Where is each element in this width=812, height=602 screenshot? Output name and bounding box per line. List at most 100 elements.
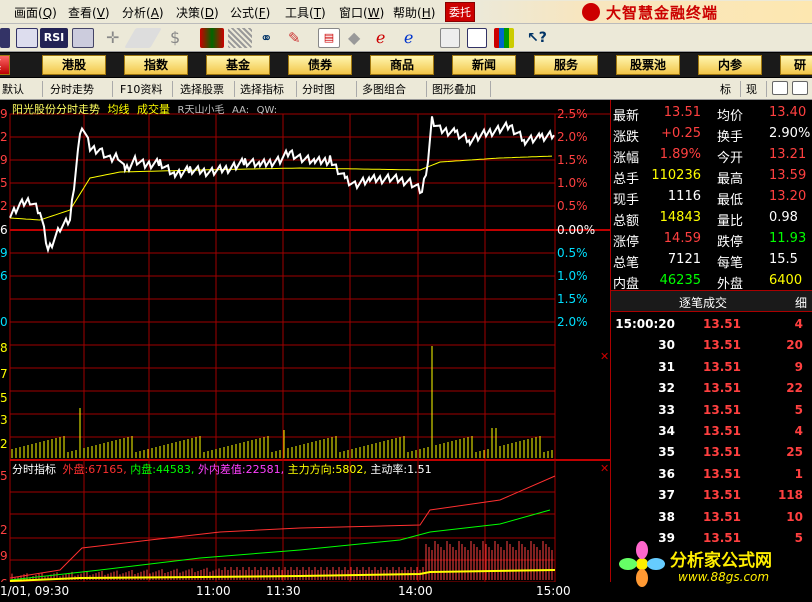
dollar-icon[interactable]: $ [170, 28, 186, 48]
diamond-icon[interactable]: ◆ [348, 28, 368, 48]
quote-value: 2.90% [769, 126, 811, 141]
menu-decision[interactable]: 决策(D) [176, 4, 219, 21]
trade-volume: 5 [794, 402, 803, 417]
intraday-chart[interactable]: ✕ ✕ 阳光股份分时走势 均线 成交量 R天山小毛 AA: QW: 9 2 9 … [0, 100, 610, 590]
quote-value: 6400 [769, 273, 803, 288]
quote-value: 1116 [667, 189, 701, 204]
trade-row: 38 13.51 10 [611, 507, 812, 528]
books-icon[interactable] [494, 28, 514, 48]
trade-time: 37 [658, 488, 675, 503]
avg-price-line [9, 155, 553, 221]
window-icon[interactable] [467, 28, 487, 48]
trade-price: 13.51 [703, 424, 741, 438]
trade-row: 34 13.51 4 [611, 421, 812, 442]
help-cursor-icon[interactable]: ↖? [527, 28, 547, 48]
tab-select-indicator[interactable]: 选择指标 [240, 81, 284, 97]
view-name: 分时走势 [56, 103, 100, 116]
left-tick: 9 [0, 153, 8, 167]
ind-active-value: 1.51 [407, 463, 432, 476]
table-icon[interactable] [72, 28, 94, 48]
time-tick: 1/01, 09:30 [0, 584, 70, 598]
tab-mark[interactable]: 标 [720, 81, 731, 97]
tab-multi-chart[interactable]: 多图组合 [362, 81, 406, 97]
folder-icon[interactable] [440, 28, 460, 48]
quote-value: 7121 [667, 252, 701, 267]
quote-row: 总笔 7121 每笔 15.5 [611, 250, 812, 271]
trade-time: 35 [658, 445, 675, 460]
menu-formula[interactable]: 公式(F) [230, 4, 270, 21]
report-icon[interactable]: ▤ [318, 28, 340, 48]
ind-outer-value: 67165, [88, 463, 127, 476]
toolbar-edge-icon[interactable] [0, 28, 10, 48]
time-tick: 11:00 [196, 584, 231, 598]
nav-research[interactable]: 研 [780, 55, 812, 75]
trades-header: 逐笔成交 细 [611, 290, 812, 312]
tab-f10[interactable]: F10资料 [120, 81, 162, 97]
watermark-title: 分析家公式网 [670, 551, 772, 571]
watermark-url: www.88gs.com [678, 570, 770, 584]
flower-logo-icon [619, 541, 665, 587]
trade-row: 33 13.51 5 [611, 400, 812, 421]
time-tick: 15:00 [536, 584, 571, 598]
menu-window[interactable]: 窗口(W) [339, 4, 384, 21]
left-tick: 6 [0, 223, 8, 237]
ind-diff-value: 22581, [245, 463, 285, 476]
nav-funds[interactable]: 基金 [206, 55, 270, 75]
rsi-button[interactable]: RSI [40, 28, 68, 48]
nav-hk-stocks[interactable]: 港股 [42, 55, 106, 75]
left-tick: 0 [0, 315, 8, 329]
menu-view-screen[interactable]: 画面(Q) [14, 4, 57, 21]
left-tick: 6 [0, 269, 8, 283]
trades-detail[interactable]: 细 [795, 294, 807, 311]
pattern-icon[interactable] [228, 28, 252, 48]
kline-icon[interactable] [200, 28, 224, 48]
tab-overlay[interactable]: 图形叠加 [432, 81, 476, 97]
alarm-icon[interactable]: ✎ [288, 28, 308, 48]
ind-tick: 9 [0, 549, 8, 563]
nav-index[interactable]: 指数 [124, 55, 188, 75]
ie-red-icon[interactable]: ℯ [376, 28, 396, 48]
menu-analysis[interactable]: 分析(A) [122, 4, 164, 21]
trade-volume: 20 [786, 338, 803, 353]
trade-price: 13.51 [703, 466, 741, 481]
tab-default[interactable]: 默认 [2, 81, 24, 97]
function-tabs: 默认 分时走势 F10资料 选择股票 选择指标 分时图 多图组合 图形叠加 标 … [0, 78, 812, 100]
nav-services[interactable]: 服务 [534, 55, 598, 75]
window-restore-icon[interactable] [772, 81, 788, 95]
weituo-button[interactable]: 委托 [445, 2, 475, 22]
tab-intraday[interactable]: 分时走势 [50, 81, 94, 97]
close-vol-icon: ✕ [600, 350, 609, 363]
quote-value: 46235 [659, 273, 701, 288]
trade-price: 13.51 [703, 381, 741, 396]
chart-grid-icon[interactable] [16, 28, 38, 48]
left-tick: 5 [0, 176, 8, 190]
move-icon[interactable]: ✛ [106, 28, 124, 48]
menu-view[interactable]: 查看(V) [68, 4, 110, 21]
trade-volume: 118 [777, 488, 803, 503]
nav-bonds[interactable]: 债券 [288, 55, 352, 75]
tab-intraday-chart[interactable]: 分时图 [302, 81, 335, 97]
left-tick: 7 [0, 367, 8, 381]
ruler-icon[interactable] [124, 28, 162, 48]
window-maximize-icon[interactable] [792, 81, 808, 95]
quote-row: 内盘 46235 外盘 6400 [611, 271, 812, 292]
nav-news[interactable]: 新闻 [452, 55, 516, 75]
trade-time: 36 [658, 466, 675, 481]
nav-insider[interactable]: 内参 [698, 55, 762, 75]
quote-value: 14843 [659, 210, 701, 225]
binoculars-icon[interactable]: ⚭ [260, 28, 280, 48]
ie-blue-icon[interactable]: ℯ [404, 28, 424, 48]
quote-label: 最新 [613, 109, 640, 124]
chart-header: 阳光股份分时走势 均线 成交量 R天山小毛 AA: QW: [12, 101, 277, 117]
quote-value: 11.93 [769, 231, 807, 246]
trade-price: 13.51 [703, 317, 741, 331]
menu-tools[interactable]: 工具(T) [285, 4, 326, 21]
tab-select-stock[interactable]: 选择股票 [180, 81, 224, 97]
menu-help[interactable]: 帮助(H) [393, 4, 435, 21]
quote-label: 总笔 [613, 256, 640, 271]
nav-stocks[interactable]: 票 [0, 55, 10, 75]
nav-commodities[interactable]: 商品 [370, 55, 434, 75]
nav-stock-pool[interactable]: 股票池 [616, 55, 680, 75]
quote-label: 量比 [717, 214, 744, 229]
tab-current[interactable]: 现 [746, 81, 757, 97]
